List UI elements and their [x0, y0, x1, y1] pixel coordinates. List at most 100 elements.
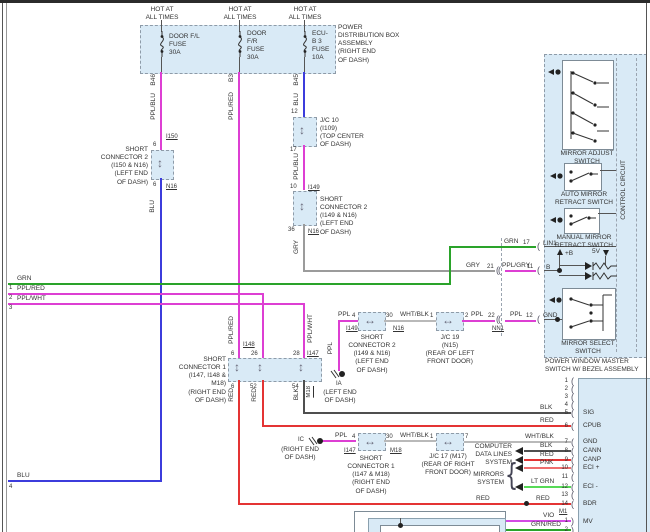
plus-b-label: +B [565, 250, 573, 258]
fuse2-icon [235, 31, 245, 57]
wire-blk-col3 [303, 380, 305, 413]
wire-label-ppl-red-1: PPL/RED [229, 92, 236, 120]
wire-label-ppl-c: PPL [510, 311, 522, 319]
wire-label-ppl-b: PPL [471, 311, 483, 319]
diode-resistor-icon [585, 271, 617, 281]
wire-blk-sig [303, 412, 571, 414]
wire-grn-horiz [8, 283, 451, 285]
terminal-mv: MV [583, 518, 593, 526]
switch-common-icon [550, 172, 565, 180]
pin-6: 6 [556, 423, 568, 429]
mirror-select-contacts [563, 289, 613, 337]
code-i147-top: I147 [307, 351, 319, 357]
code-n16-mid: N16 [393, 326, 404, 332]
wire-label-b46: B46 [151, 74, 158, 86]
pin-7: 7 [556, 439, 568, 445]
connector-arrow-icon: ↔ [442, 435, 454, 447]
pin-4-i149: 4 [352, 313, 355, 319]
wire-ppl-row-a [338, 320, 358, 322]
connector-arrow-icon: ↔ [442, 314, 454, 326]
short-connector-1 [228, 358, 322, 382]
wire-blu-col3 [303, 72, 305, 117]
wire-label-b45: B45 [294, 74, 301, 86]
pin-30-n16: 30 [386, 313, 393, 319]
wire-label-grn-h: GRN [504, 238, 518, 246]
wire-label-ppl-wht-2: PPL/WHT [308, 314, 315, 343]
pin-6-i148: 6 [231, 351, 234, 357]
wire-label-ppl-a: PPL [338, 311, 350, 319]
pin-3: 3 [556, 394, 568, 400]
wire-label-red-1: RED [229, 388, 236, 402]
ground-ia-label: IA [336, 381, 342, 387]
pin-4: 4 [556, 402, 568, 408]
wire-grn-vert [449, 246, 451, 285]
wire-ppl-blu-col1 [160, 72, 162, 150]
junction-dot [557, 268, 562, 273]
left-border-2 [6, 3, 7, 532]
wire-label-blu-2: BLU [294, 93, 301, 106]
junction-connector-10 [293, 117, 317, 147]
control-circuit-label: CONTROL CIRCUIT [621, 160, 628, 220]
wire1-num: 1 [9, 285, 12, 291]
pin-12-jc10: 12 [291, 109, 298, 115]
wire-label-blu-1: BLU [150, 200, 157, 213]
pin-bracket-icon: ( [571, 409, 573, 418]
wire-label-blk-1: BLK [294, 388, 301, 400]
wire-label-red-bdr-r: RED [536, 495, 550, 503]
code-m18-low: M18 [390, 448, 402, 454]
junction-dot [398, 523, 403, 528]
wire-label-lt-grn: LT GRN [531, 478, 554, 486]
wire-ppl-red-col2 [238, 72, 240, 358]
code-i149-top: I149 [308, 185, 320, 191]
wire-label-vio: VIO [543, 512, 554, 520]
link-line-manual [598, 213, 616, 214]
pin-bracket-icon: ( [571, 422, 573, 431]
wire3-color: PPL/WHT [17, 295, 46, 303]
link-line-auto [600, 170, 616, 171]
switch-common-icon [550, 216, 565, 224]
wire-wht-blk-row-a [384, 320, 436, 322]
short-connector-2-upper [293, 191, 317, 226]
wire-ppl-gnd-row [322, 440, 356, 442]
switch-common-icon [548, 68, 563, 76]
hot-at-all-times-2: HOT AT ALL TIMES [210, 6, 270, 22]
fuse3-icon [300, 31, 310, 57]
wire-label-red-bdr-l: RED [476, 495, 490, 503]
diode-row1-line [559, 265, 585, 266]
pin-bracket-icon: ( [571, 473, 573, 482]
connector-arrow-icon: ↕ [299, 200, 305, 212]
wire4-color: BLU [17, 472, 30, 480]
right-border [646, 3, 647, 532]
connector-arrow-icon: ↕ [299, 124, 305, 136]
connector-arrow-icon: ↕ [257, 361, 263, 373]
pin-1: 1 [556, 378, 568, 384]
terminal-eci-minus: ECI - [583, 483, 598, 491]
gnd-terminal-label: GND [543, 312, 557, 320]
wire-label-ppl-v: PPL [328, 342, 335, 354]
inline-connector-icon: (( [496, 315, 500, 324]
wire-label-gry-h: GRY [466, 262, 480, 270]
wire-ppl-row-c [505, 320, 536, 322]
short-connector-1-label: SHORT CONNECTOR 1 (I147, I148 & M18) (RI… [150, 356, 226, 405]
wire2-num: 2 [9, 295, 12, 301]
fuse1-label: DOOR F/L FUSE 30A [169, 33, 200, 57]
pin-26-i148: 26 [251, 351, 258, 357]
connector-arrow-icon: ↕ [234, 361, 240, 373]
connector-arrow-icon: ↕ [298, 361, 304, 373]
pin-10-i149: 10 [290, 184, 297, 190]
manual-retract-contacts [565, 209, 597, 231]
code-i148: I148 [243, 342, 255, 348]
fuse1-lead-b [161, 57, 162, 72]
pin-10: 10 [556, 465, 568, 471]
wire1-color: GRN [17, 275, 31, 283]
control-circuit-lane-l [616, 58, 617, 352]
fuse3-lead-b [304, 57, 305, 72]
short-connector-1-lower-label: SHORT CONNECTOR 1 (I147 & M18) (RIGHT EN… [343, 455, 399, 496]
terminal-cpub: CPUB [583, 422, 601, 430]
fuse2-label: DOOR F/R FUSE 30A [247, 30, 267, 63]
jc17-label: J/C 17 (M17) (REAR OF RIGHT FRONT DOOR) [418, 453, 478, 477]
pin-bracket-icon: ( [571, 500, 573, 509]
pin-28-i147: 28 [293, 351, 300, 357]
code-n16-left: N16 [166, 184, 177, 190]
wire4-num: 4 [9, 484, 12, 490]
